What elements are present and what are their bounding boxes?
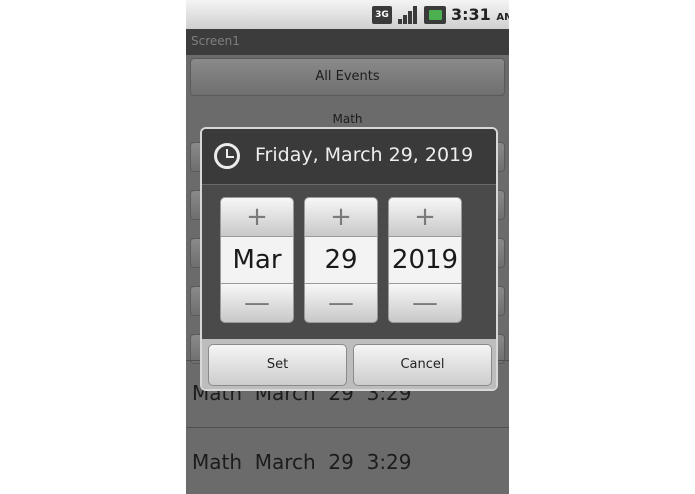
section-label: Math [332, 112, 363, 126]
status-bar: 3G 3:31 AM [186, 0, 509, 29]
year-picker: + 2019 — [388, 197, 462, 323]
status-time: 3:31 AM [451, 5, 509, 24]
status-time-ampm: AM [496, 12, 509, 23]
year-value[interactable]: 2019 [388, 237, 462, 283]
date-picker-dialog: Friday, March 29, 2019 + Mar — + 29 — + … [200, 127, 498, 391]
set-button[interactable]: Set [208, 344, 347, 386]
app-title: Screen1 [191, 34, 240, 48]
year-decrement-button[interactable]: — [388, 283, 462, 323]
list-item[interactable]: Math March 29 3:29 [186, 427, 509, 494]
signal-icon [398, 6, 418, 24]
status-time-value: 3:31 [451, 5, 491, 24]
dialog-header: Friday, March 29, 2019 [202, 129, 496, 185]
all-events-label: All Events [315, 69, 380, 84]
battery-icon [424, 6, 446, 24]
app-title-bar: Screen1 [186, 29, 509, 55]
list-item-text: Math March 29 3:29 [192, 450, 412, 474]
year-increment-button[interactable]: + [388, 197, 462, 237]
month-value[interactable]: Mar [220, 237, 294, 283]
clock-icon [214, 143, 240, 169]
month-picker: + Mar — [220, 197, 294, 323]
all-events-button[interactable]: All Events [190, 58, 505, 96]
dialog-title: Friday, March 29, 2019 [255, 144, 474, 166]
day-increment-button[interactable]: + [304, 197, 378, 237]
dialog-footer: Set Cancel [202, 339, 496, 389]
3g-icon: 3G [372, 6, 392, 24]
day-decrement-button[interactable]: — [304, 283, 378, 323]
cancel-button[interactable]: Cancel [353, 344, 492, 386]
month-increment-button[interactable]: + [220, 197, 294, 237]
month-decrement-button[interactable]: — [220, 283, 294, 323]
day-picker: + 29 — [304, 197, 378, 323]
day-value[interactable]: 29 [304, 237, 378, 283]
